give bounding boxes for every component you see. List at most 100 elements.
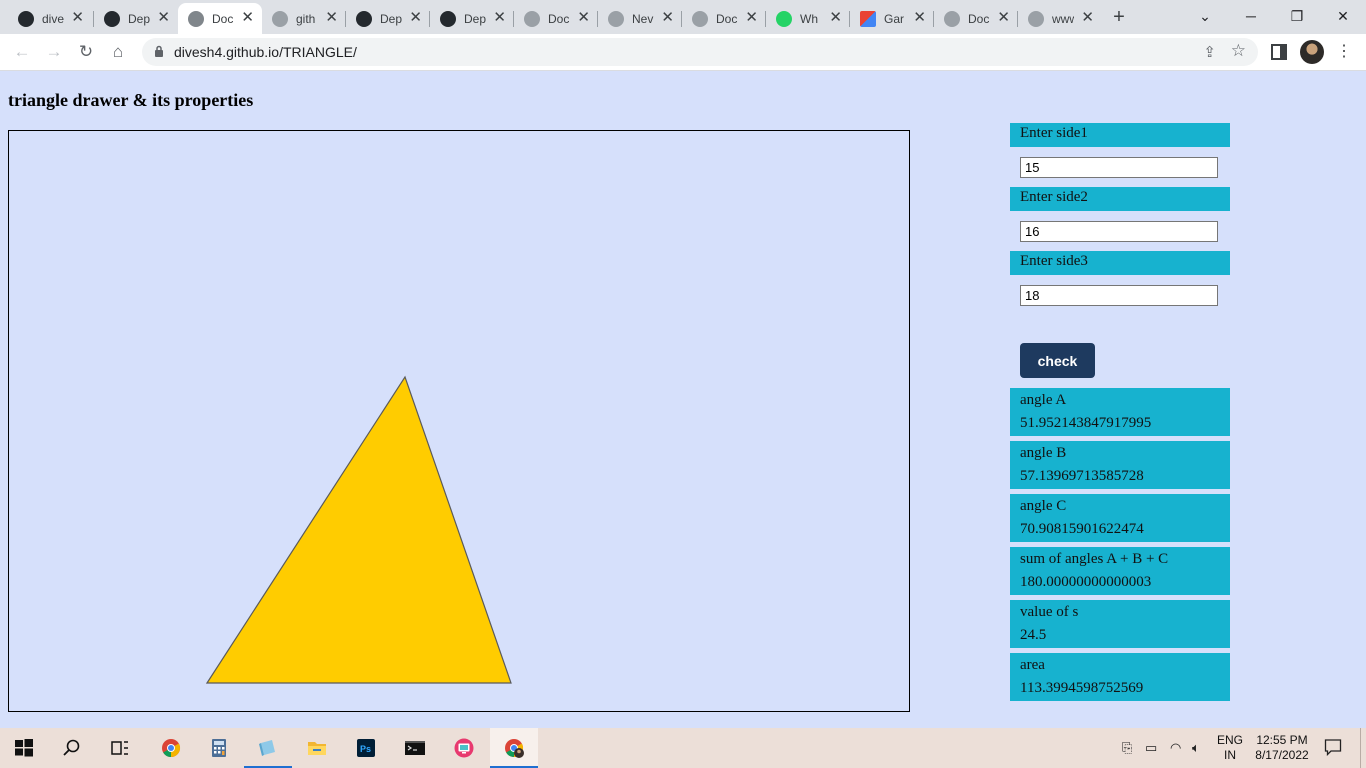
language-code: ENG — [1216, 733, 1243, 747]
search-icon — [63, 739, 80, 756]
close-icon[interactable]: ✕ — [661, 10, 674, 25]
tab-title: Wh — [800, 11, 818, 26]
result-label: angle C — [1020, 498, 1067, 514]
angle-c-result: angle C 70.90815901622474 — [1010, 494, 1230, 542]
result-value: 180.00000000000003 — [1020, 574, 1152, 590]
battery-icon[interactable]: ▭ — [1145, 740, 1157, 756]
chrome-icon — [162, 739, 181, 757]
close-icon[interactable]: ✕ — [157, 10, 170, 25]
result-value: 70.90815901622474 — [1020, 521, 1144, 537]
back-arrow-icon[interactable]: ← — [10, 40, 34, 64]
github-icon — [18, 10, 34, 27]
browser-tab[interactable]: Dep ✕ — [94, 3, 178, 34]
close-icon[interactable]: ✕ — [241, 10, 254, 25]
restore-button[interactable]: ❐ — [1274, 0, 1320, 32]
side2-input[interactable] — [1020, 221, 1218, 242]
kebab-menu-icon[interactable]: ⋮ — [1334, 40, 1354, 64]
tab-strip: dive ✕ Dep ✕ Doc ✕ gith ✕ Dep ✕ Dep ✕ Do… — [0, 0, 1366, 34]
close-icon[interactable]: ✕ — [577, 10, 590, 25]
browser-tab-active[interactable]: Doc ✕ — [178, 3, 262, 34]
taskbar-file-explorer[interactable] — [293, 728, 341, 768]
browser-tab[interactable]: Nev ✕ — [598, 3, 682, 34]
volume-icon[interactable]: 🔈︎ — [1192, 740, 1200, 756]
github-icon — [440, 10, 456, 27]
terminal-icon — [405, 741, 425, 755]
side-panel-icon[interactable] — [1271, 44, 1287, 60]
tab-title: gith — [296, 11, 316, 26]
tab-search-chevron-icon[interactable]: ⌄ — [1182, 0, 1228, 32]
address-bar[interactable]: divesh4.github.io/TRIANGLE/ ⇪ ☆ — [142, 38, 1258, 66]
minimize-button[interactable]: ─ — [1228, 0, 1274, 32]
globe-icon — [188, 10, 204, 27]
task-view-button[interactable] — [96, 728, 144, 768]
tab-title: Doc — [968, 11, 990, 26]
browser-tab[interactable]: www ✕ — [1018, 3, 1102, 34]
tab-title: Dep — [128, 11, 150, 26]
show-desktop-strip[interactable] — [1360, 728, 1366, 768]
clock[interactable]: 12:55 PM 8/17/2022 — [1250, 733, 1314, 763]
taskbar-chrome[interactable] — [147, 728, 195, 768]
taskbar-notepad[interactable] — [244, 728, 292, 768]
side3-input[interactable] — [1020, 285, 1218, 306]
bookmark-star-icon[interactable]: ☆ — [1231, 41, 1246, 61]
browser-tab[interactable]: Doc ✕ — [682, 3, 766, 34]
browser-tab[interactable]: Dep ✕ — [346, 3, 430, 34]
forward-arrow-icon[interactable]: → — [42, 40, 66, 64]
semiperimeter-result: value of s 24.5 — [1010, 600, 1230, 648]
tab-title: Dep — [464, 11, 486, 26]
gmail-icon — [860, 10, 876, 27]
calculator-icon — [212, 739, 226, 757]
taskbar-chrome-profile[interactable] — [490, 728, 538, 768]
triangle-drawing — [205, 375, 512, 684]
reload-icon[interactable]: ↻ — [74, 40, 98, 64]
task-view-icon — [111, 741, 128, 755]
close-window-button[interactable]: ✕ — [1320, 0, 1366, 32]
taskbar-calculator[interactable] — [195, 728, 243, 768]
browser-tab[interactable]: Wh ✕ — [766, 3, 850, 34]
triangle-canvas — [8, 130, 910, 712]
tab-title: Gar — [884, 11, 905, 26]
url-text: divesh4.github.io/TRIANGLE/ — [174, 44, 357, 60]
notification-icon[interactable] — [1324, 738, 1342, 756]
browser-tab[interactable]: Doc ✕ — [934, 3, 1018, 34]
home-icon[interactable]: ⌂ — [106, 40, 130, 64]
close-icon[interactable]: ✕ — [493, 10, 506, 25]
globe-icon — [1028, 10, 1044, 27]
browser-tab[interactable]: Doc ✕ — [514, 3, 598, 34]
tab-title: Doc — [548, 11, 570, 26]
region-code: IN — [1224, 748, 1236, 762]
browser-tab[interactable]: Gar ✕ — [850, 3, 934, 34]
wifi-icon[interactable]: ◠ — [1170, 740, 1181, 756]
taskbar-terminal[interactable] — [391, 728, 439, 768]
search-button[interactable] — [48, 728, 96, 768]
close-icon[interactable]: ✕ — [997, 10, 1010, 25]
globe-icon — [608, 10, 624, 27]
browser-tab[interactable]: gith ✕ — [262, 3, 346, 34]
side1-input[interactable] — [1020, 157, 1218, 178]
close-icon[interactable]: ✕ — [745, 10, 758, 25]
taskbar-photoshop[interactable]: Ps — [342, 728, 390, 768]
meet-now-icon[interactable]: ⎘ — [1122, 740, 1132, 756]
check-button[interactable]: check — [1020, 343, 1095, 378]
taskbar-screen-recorder[interactable] — [440, 728, 488, 768]
result-value: 113.3994598752569 — [1020, 680, 1144, 696]
close-icon[interactable]: ✕ — [325, 10, 338, 25]
language-indicator[interactable]: ENG IN — [1214, 733, 1246, 763]
start-icon — [15, 739, 33, 757]
new-tab-button[interactable]: + — [1106, 5, 1132, 31]
tab-title: dive — [42, 11, 64, 26]
tab-title: www — [1052, 11, 1074, 26]
close-icon[interactable]: ✕ — [1081, 10, 1094, 25]
share-icon[interactable]: ⇪ — [1203, 43, 1216, 61]
lock-icon — [155, 45, 163, 57]
close-icon[interactable]: ✕ — [71, 10, 84, 25]
close-icon[interactable]: ✕ — [829, 10, 842, 25]
browser-tab[interactable]: dive ✕ — [8, 3, 92, 34]
close-icon[interactable]: ✕ — [913, 10, 926, 25]
start-button[interactable] — [0, 728, 48, 768]
close-icon[interactable]: ✕ — [409, 10, 422, 25]
browser-tab[interactable]: Dep ✕ — [430, 3, 514, 34]
github-icon — [104, 10, 120, 27]
result-label: angle B — [1020, 445, 1067, 461]
profile-avatar[interactable] — [1300, 40, 1324, 64]
